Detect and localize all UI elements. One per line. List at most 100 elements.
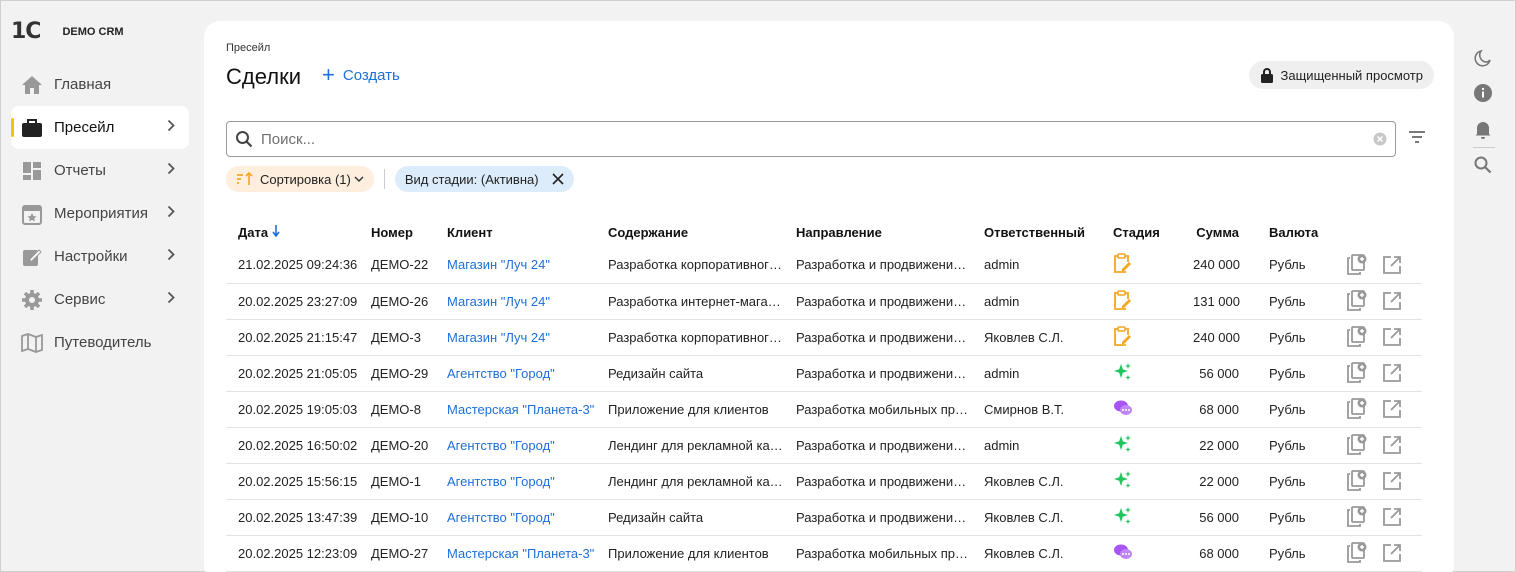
- clear-icon[interactable]: [1373, 132, 1387, 146]
- client-cell[interactable]: Агентство "Город": [435, 463, 596, 500]
- breadcrumb[interactable]: Пресейл: [226, 42, 270, 54]
- stage-cell: [1101, 283, 1181, 320]
- table-row[interactable]: 20.02.2025 15:56:15 ДЕМО-1 Агентство "Горо…: [226, 463, 1422, 500]
- direction-cell: Разработка и продвижени…: [784, 355, 972, 392]
- copy-add-icon[interactable]: [1346, 253, 1368, 276]
- column-header-label: Дата: [238, 224, 269, 240]
- column-header[interactable]: Ответственный: [972, 217, 1101, 247]
- filter-icon[interactable]: [1407, 129, 1427, 145]
- client-cell[interactable]: Агентство "Город": [435, 499, 596, 536]
- bell-icon[interactable]: [1473, 119, 1493, 139]
- column-header[interactable]: Дата: [226, 217, 359, 247]
- direction-cell: Разработка и продвижени…: [784, 499, 972, 536]
- date-cell: 20.02.2025 23:27:09: [226, 283, 359, 320]
- app-logo[interactable]: 1С DEMO CRM: [11, 19, 124, 44]
- copy-add-icon[interactable]: [1346, 506, 1368, 528]
- info-icon[interactable]: [1473, 83, 1493, 103]
- client-cell[interactable]: Агентство "Город": [435, 355, 596, 392]
- currency-cell: Рубль: [1257, 427, 1332, 464]
- column-header-label: Валюта: [1269, 224, 1319, 240]
- column-header-label: Сумма: [1196, 224, 1239, 240]
- sidebar-item-3[interactable]: Мероприятия: [11, 192, 189, 235]
- client-cell[interactable]: Магазин "Луч 24": [435, 247, 596, 284]
- client-cell[interactable]: Магазин "Луч 24": [435, 319, 596, 356]
- open-external-icon[interactable]: [1382, 543, 1402, 563]
- open-external-icon[interactable]: [1382, 507, 1402, 527]
- stage-filter-chip[interactable]: Вид стадии: (Активна): [394, 166, 574, 192]
- chevron-right-icon: [167, 162, 175, 179]
- copy-add-icon[interactable]: [1346, 470, 1368, 492]
- open-external-icon[interactable]: [1382, 399, 1402, 419]
- table-row[interactable]: 20.02.2025 23:27:09 ДЕМО-26 Магазин "Луч 2…: [226, 283, 1422, 320]
- sparkles-icon: [1113, 470, 1133, 493]
- open-external-icon[interactable]: [1382, 327, 1402, 347]
- column-header[interactable]: Содержание: [596, 217, 784, 247]
- direction-cell: Разработка и продвижени…: [784, 283, 972, 320]
- direction-cell: Разработка и продвижени…: [784, 463, 972, 500]
- column-header[interactable]: Номер: [359, 217, 435, 247]
- plus-icon: +: [322, 62, 335, 87]
- copy-add-icon[interactable]: [1346, 398, 1368, 420]
- copy-add-icon[interactable]: [1346, 434, 1368, 456]
- number-cell: ДЕМО-22: [359, 247, 435, 284]
- open-external-icon[interactable]: [1382, 363, 1402, 383]
- owner-cell: admin: [972, 247, 1101, 284]
- column-header[interactable]: Направление: [784, 217, 972, 247]
- column-header[interactable]: Клиент: [435, 217, 596, 247]
- sidebar-item-6[interactable]: Путеводитель: [11, 321, 189, 364]
- stage-cell: [1101, 247, 1181, 284]
- direction-cell: Разработка и продвижени…: [784, 319, 972, 356]
- table-row[interactable]: 20.02.2025 21:05:05 ДЕМО-29 Агентство "Гор…: [226, 355, 1422, 392]
- sidebar-item-2[interactable]: Отчеты: [11, 149, 189, 192]
- sidebar-item-label: Пресейл: [54, 119, 115, 136]
- copy-add-icon[interactable]: [1346, 326, 1368, 348]
- protected-view-button[interactable]: Защищенный просмотр: [1248, 61, 1434, 89]
- sidebar-item-4[interactable]: Настройки: [11, 235, 189, 278]
- sort-chip[interactable]: Сортировка (1): [226, 166, 374, 192]
- moon-icon[interactable]: [1473, 47, 1493, 67]
- column-header[interactable]: Сумма: [1181, 217, 1257, 247]
- table-row[interactable]: 20.02.2025 13:47:39 ДЕМО-10 Агентство "Гор…: [226, 499, 1422, 536]
- column-header[interactable]: Стадия: [1101, 217, 1181, 247]
- global-search-icon[interactable]: [1473, 155, 1493, 175]
- chevron-right-icon: [167, 205, 175, 222]
- sort-down-arrow-icon: [272, 224, 280, 237]
- chat-bubbles-icon: [1113, 544, 1133, 565]
- column-header[interactable]: Валюта: [1257, 217, 1332, 247]
- table-row[interactable]: 20.02.2025 19:05:03 ДЕМО-8 Мастерская "Пла…: [226, 391, 1422, 428]
- direction-cell: Разработка мобильных пр…: [784, 391, 972, 428]
- client-cell[interactable]: Мастерская "Планета-3": [435, 535, 596, 572]
- sidebar-item-0[interactable]: Главная: [11, 63, 189, 106]
- open-external-icon[interactable]: [1382, 291, 1402, 311]
- stage-chip-label: Вид стадии: (Активна): [404, 171, 539, 187]
- search-input[interactable]: [261, 130, 1361, 148]
- open-external-icon[interactable]: [1382, 435, 1402, 455]
- row-actions: [1332, 463, 1422, 500]
- open-external-icon[interactable]: [1382, 255, 1402, 275]
- client-cell[interactable]: Мастерская "Планета-3": [435, 391, 596, 428]
- client-cell[interactable]: Агентство "Город": [435, 427, 596, 464]
- column-header-label: Направление: [796, 224, 882, 240]
- sidebar-item-5[interactable]: Сервис: [11, 278, 189, 321]
- close-icon[interactable]: [551, 173, 564, 185]
- amount-cell: 68 000: [1181, 391, 1257, 428]
- table-row[interactable]: 20.02.2025 21:15:47 ДЕМО-3 Магазин "Луч 24…: [226, 319, 1422, 356]
- copy-add-icon[interactable]: [1346, 362, 1368, 384]
- number-cell: ДЕМО-27: [359, 535, 435, 572]
- stage-cell: [1101, 355, 1181, 392]
- table-row[interactable]: 21.02.2025 09:24:36 ДЕМО-22 Магазин "Луч 2…: [226, 247, 1422, 284]
- amount-cell: 56 000: [1181, 499, 1257, 536]
- table-row[interactable]: 20.02.2025 16:50:02 ДЕМО-20 Агентство "Гор…: [226, 427, 1422, 464]
- currency-cell: Рубль: [1257, 499, 1332, 536]
- copy-add-icon[interactable]: [1346, 542, 1368, 564]
- search-box: [226, 121, 1396, 157]
- create-button[interactable]: + Создать: [322, 62, 400, 87]
- sidebar-item-1[interactable]: Пресейл: [11, 106, 189, 149]
- copy-add-icon[interactable]: [1346, 290, 1368, 312]
- edit-icon: [21, 246, 43, 268]
- create-label: Создать: [342, 66, 400, 84]
- client-cell[interactable]: Магазин "Луч 24": [435, 283, 596, 320]
- column-header-label: Номер: [371, 224, 413, 240]
- table-row[interactable]: 20.02.2025 12:23:09 ДЕМО-27 Мастерская "Пл…: [226, 535, 1422, 572]
- open-external-icon[interactable]: [1382, 471, 1402, 491]
